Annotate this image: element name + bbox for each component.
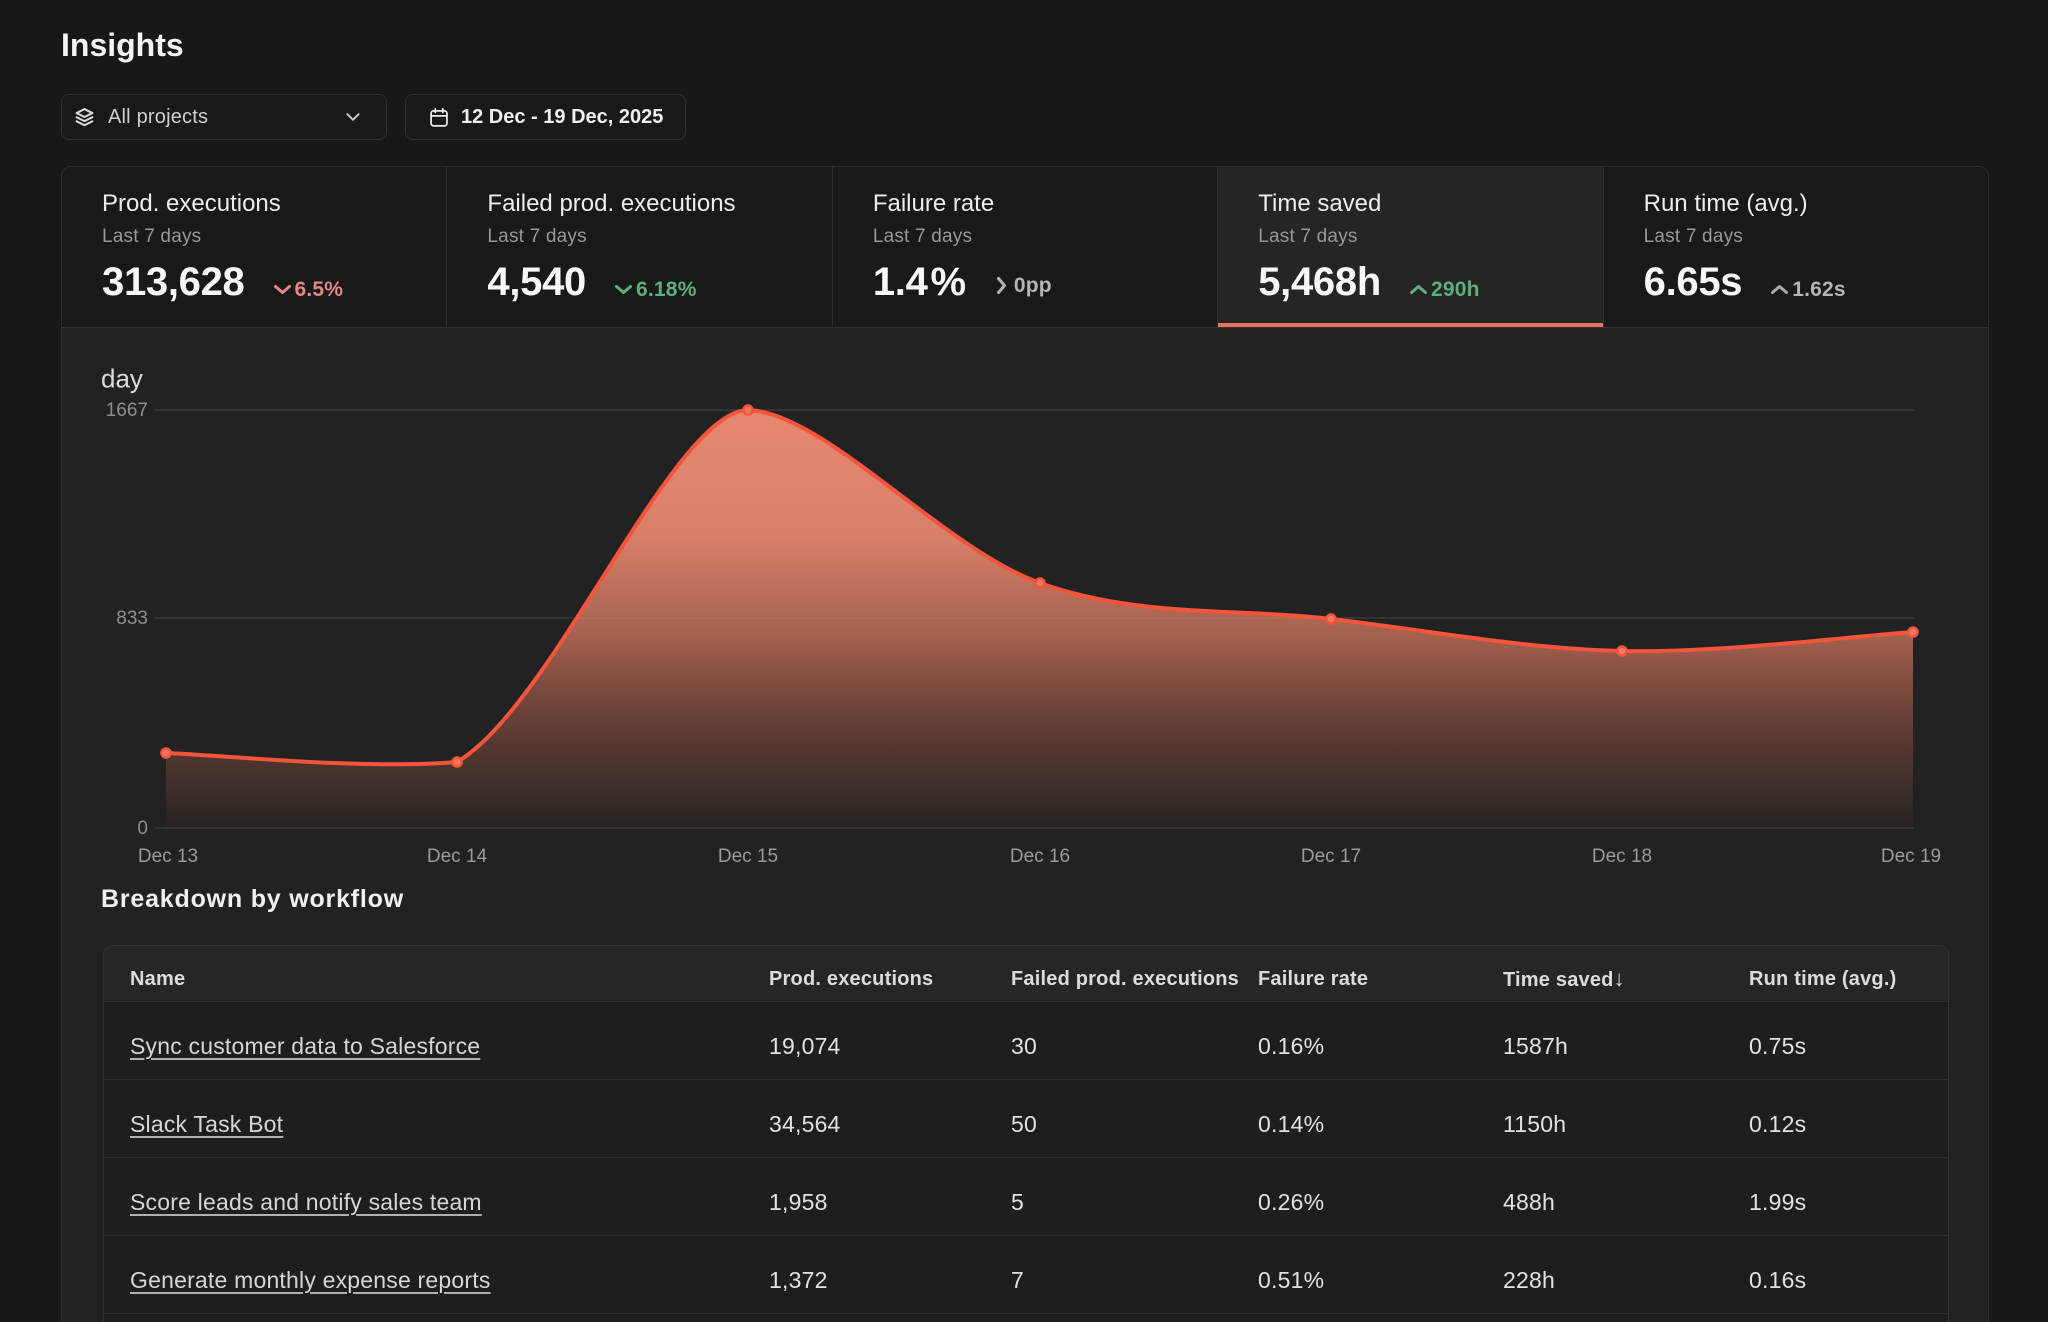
svg-text:Dec 14: Dec 14	[427, 846, 488, 867]
svg-text:0: 0	[137, 818, 148, 839]
svg-text:Dec 13: Dec 13	[138, 846, 198, 867]
svg-text:833: 833	[116, 608, 148, 629]
svg-text:Dec 18: Dec 18	[1592, 846, 1652, 867]
svg-text:Dec 15: Dec 15	[718, 846, 778, 867]
svg-text:Dec 17: Dec 17	[1301, 846, 1361, 867]
svg-text:Dec 16: Dec 16	[1010, 846, 1070, 867]
svg-text:day: day	[101, 364, 143, 394]
svg-text:1667: 1667	[106, 400, 148, 421]
svg-text:Dec 19: Dec 19	[1881, 846, 1941, 867]
